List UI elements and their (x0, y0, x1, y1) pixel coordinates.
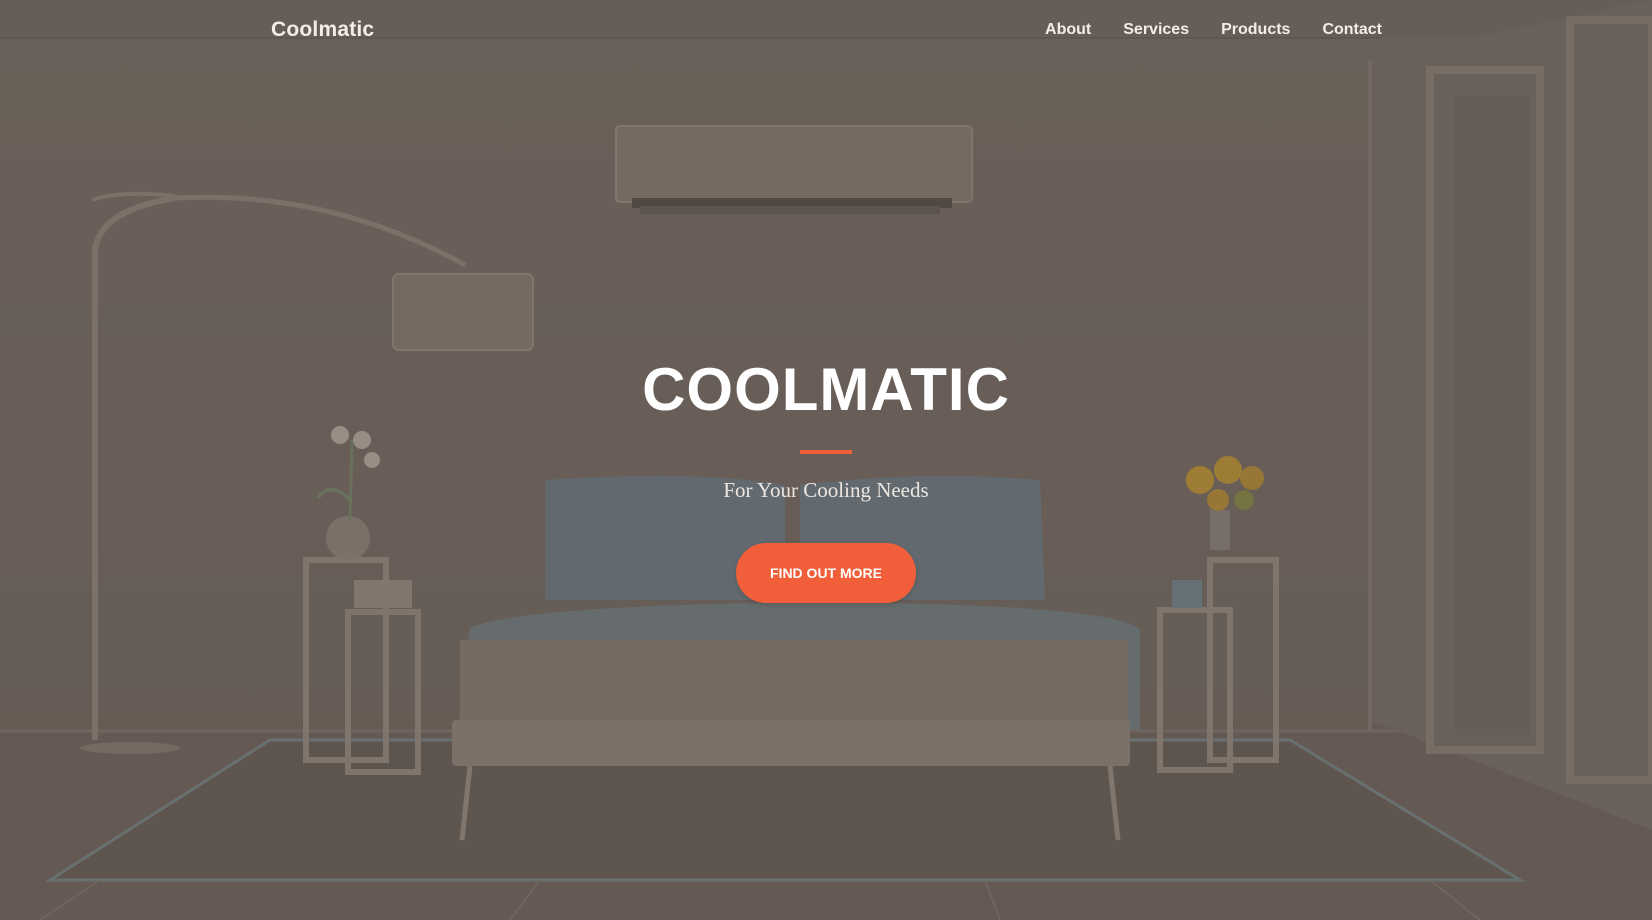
hero-title: COOLMATIC (642, 356, 1010, 423)
nav-link-about[interactable]: About (1045, 21, 1091, 38)
brand-logo[interactable]: Coolmatic (271, 18, 374, 42)
hero-subtitle: For Your Cooling Needs (723, 478, 929, 502)
nav-links: About Services Products Contact (1045, 21, 1382, 39)
nav-item-services: Services (1123, 21, 1189, 39)
find-out-more-button[interactable]: FIND OUT MORE (736, 543, 916, 603)
nav-link-contact[interactable]: Contact (1322, 21, 1382, 38)
nav-item-contact: Contact (1322, 21, 1382, 39)
nav-link-products[interactable]: Products (1221, 21, 1290, 38)
hero-content: COOLMATIC For Your Cooling Needs FIND OU… (0, 360, 1652, 603)
nav-link-services[interactable]: Services (1123, 21, 1189, 38)
navbar: Coolmatic About Services Products Contac… (0, 0, 1652, 64)
hero-divider (800, 450, 852, 454)
hero-section: Coolmatic About Services Products Contac… (0, 0, 1652, 920)
nav-item-products: Products (1221, 21, 1290, 39)
nav-item-about: About (1045, 21, 1091, 39)
